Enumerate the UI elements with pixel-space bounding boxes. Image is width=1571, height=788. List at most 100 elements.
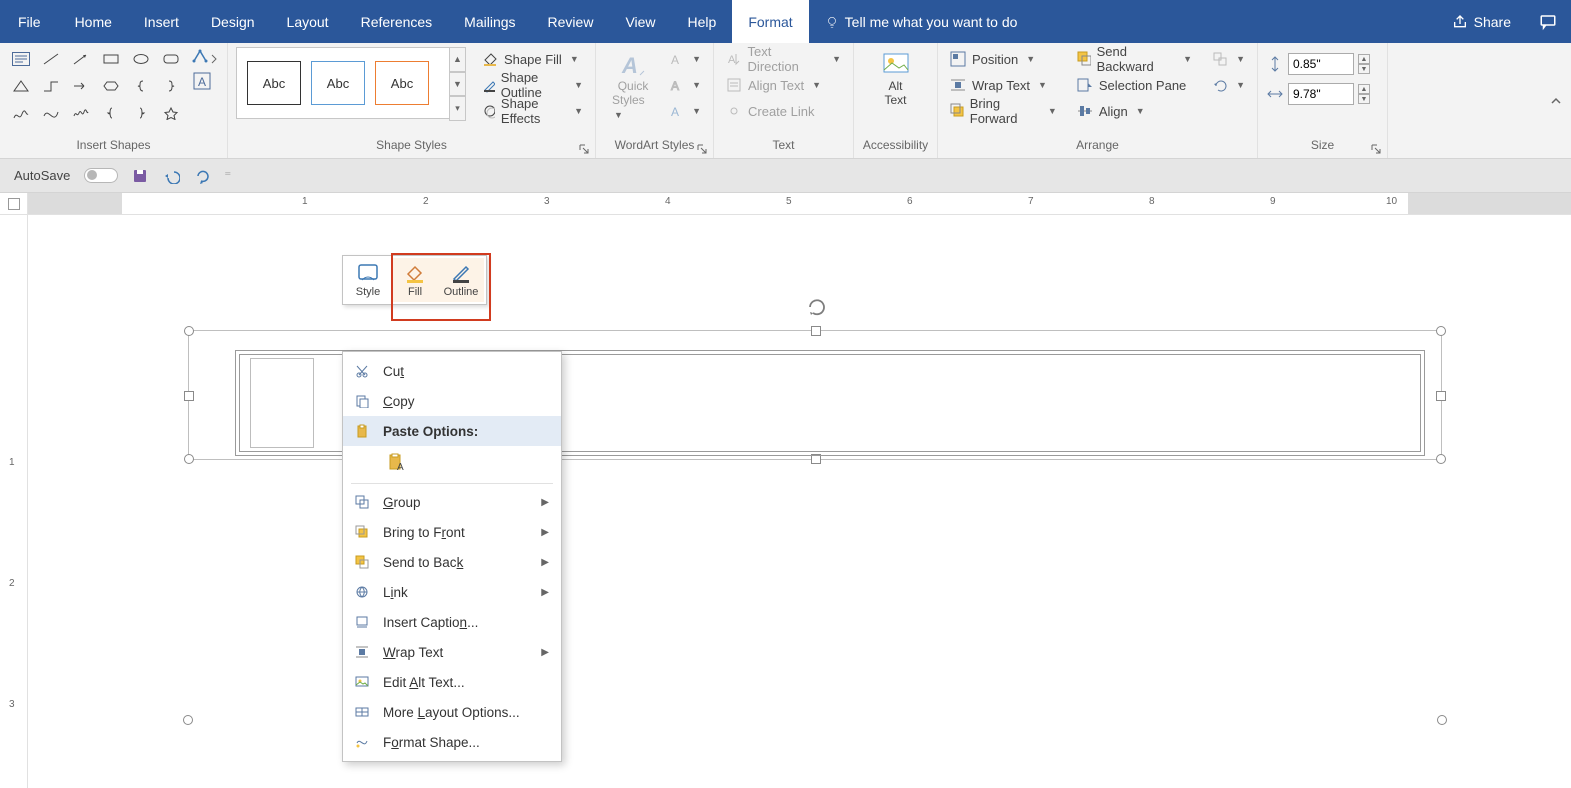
save-button[interactable] — [132, 168, 148, 184]
context-wrap-text[interactable]: Wrap Text ▶ — [343, 637, 561, 667]
shape-elbow-connector-icon[interactable] — [38, 74, 64, 97]
selection-pane-button[interactable]: Selection Pane — [1073, 73, 1196, 97]
text-fill-button[interactable]: A▼ — [666, 47, 705, 71]
group-objects-button[interactable]: ▼ — [1208, 47, 1249, 71]
comments-button[interactable] — [1525, 0, 1571, 43]
shape-effects-button[interactable]: Shape Effects▼ — [478, 99, 587, 123]
shape-curve-icon[interactable] — [38, 101, 64, 124]
shape-brace-left-icon[interactable] — [128, 74, 154, 97]
wrap-text-button[interactable]: Wrap Text▼ — [946, 73, 1061, 97]
share-button[interactable]: Share — [1438, 0, 1525, 43]
align-button[interactable]: Align▼ — [1073, 99, 1196, 123]
resize-handle-e[interactable] — [1436, 391, 1446, 401]
tab-format[interactable]: Format — [732, 0, 808, 43]
context-copy[interactable]: Copy — [343, 386, 561, 416]
gallery-scroll[interactable]: ▲ ▼ ▾ — [449, 47, 466, 121]
align-text-button[interactable]: Align Text▼ — [722, 73, 845, 97]
vertical-ruler[interactable]: 1 2 3 — [0, 215, 28, 788]
qat-customize-button[interactable]: ⁼ — [224, 168, 231, 184]
bring-forward-button[interactable]: Bring Forward▼ — [946, 99, 1061, 123]
resize-handle-se-outer[interactable] — [1437, 715, 1447, 725]
text-effects-button[interactable]: A▼ — [666, 99, 705, 123]
shape-hexagon-icon[interactable] — [98, 74, 124, 97]
context-cut[interactable]: Cut — [343, 356, 561, 386]
undo-button[interactable] — [162, 168, 180, 184]
create-link-button[interactable]: Create Link — [722, 99, 845, 123]
tab-help[interactable]: Help — [672, 0, 733, 43]
text-direction-button[interactable]: A Text Direction▼ — [722, 47, 845, 71]
context-link[interactable]: Link ▶ — [343, 577, 561, 607]
shape-width-input[interactable]: 9.78" — [1288, 83, 1354, 105]
context-paste-options[interactable]: Paste Options: — [343, 416, 561, 446]
shape-freeform-icon[interactable] — [8, 101, 34, 124]
context-group[interactable]: Group ▶ — [343, 487, 561, 517]
header-cell[interactable] — [250, 358, 314, 448]
send-backward-button[interactable]: Send Backward▼ — [1073, 47, 1196, 71]
tab-review[interactable]: Review — [532, 0, 610, 43]
tell-me-search[interactable]: Tell me what you want to do — [809, 0, 1034, 43]
horizontal-ruler[interactable]: 1 2 3 4 5 6 7 8 9 10 — [28, 193, 1571, 214]
shape-style-preset-2[interactable]: Abc — [311, 61, 365, 105]
autosave-toggle[interactable] — [84, 168, 118, 183]
resize-handle-sw[interactable] — [184, 454, 194, 464]
gallery-expand[interactable]: ▾ — [449, 96, 466, 121]
shape-style-gallery[interactable]: Abc Abc Abc ▲ ▼ ▾ — [236, 47, 450, 119]
draw-text-box-button[interactable]: A — [192, 71, 220, 91]
tab-insert[interactable]: Insert — [128, 0, 195, 43]
dialog-launcher-icon[interactable] — [697, 144, 707, 154]
mini-fill-button[interactable]: Fill — [392, 258, 438, 302]
shape-oval-icon[interactable] — [128, 47, 154, 70]
rotation-handle[interactable] — [806, 295, 828, 317]
gallery-scroll-up[interactable]: ▲ — [449, 47, 466, 72]
rotate-button[interactable]: ▼ — [1208, 73, 1249, 97]
paste-keep-text-button[interactable]: A — [383, 450, 411, 476]
context-format-shape[interactable]: Format Shape... — [343, 727, 561, 757]
resize-handle-nw[interactable] — [184, 326, 194, 336]
tab-design[interactable]: Design — [195, 0, 271, 43]
position-button[interactable]: Position▼ — [946, 47, 1061, 71]
shape-brace-pair-left-icon[interactable] — [98, 101, 124, 124]
shape-style-preset-3[interactable]: Abc — [375, 61, 429, 105]
resize-handle-n[interactable] — [811, 326, 821, 336]
shape-height-input[interactable]: 0.85" — [1288, 53, 1354, 75]
shape-brace-pair-right-icon[interactable] — [128, 101, 154, 124]
tab-home[interactable]: Home — [59, 0, 128, 43]
gallery-scroll-down[interactable]: ▼ — [449, 72, 466, 97]
edit-shape-button[interactable] — [192, 47, 220, 67]
resize-handle-se[interactable] — [1436, 454, 1446, 464]
context-insert-caption[interactable]: Insert Caption... — [343, 607, 561, 637]
shape-fill-button[interactable]: Shape Fill▼ — [478, 47, 587, 71]
shape-line-icon[interactable] — [38, 47, 64, 70]
tab-selector[interactable] — [0, 193, 28, 214]
text-outline-button[interactable]: A▼ — [666, 73, 705, 97]
shape-textbox-icon[interactable] — [8, 47, 34, 70]
context-more-layout-options[interactable]: More Layout Options... — [343, 697, 561, 727]
shape-triangle-icon[interactable] — [8, 74, 34, 97]
resize-handle-ne[interactable] — [1436, 326, 1446, 336]
shape-outline-button[interactable]: Shape Outline▼ — [478, 73, 587, 97]
shape-rectangle-icon[interactable] — [98, 47, 124, 70]
tab-references[interactable]: References — [345, 0, 449, 43]
redo-button[interactable] — [194, 168, 210, 184]
shape-rounded-rect-icon[interactable] — [158, 47, 184, 70]
dialog-launcher-icon[interactable] — [1371, 144, 1381, 154]
quick-styles-button[interactable]: A Quick Styles ▼ — [604, 47, 662, 125]
width-spinner[interactable]: ▲▼ — [1358, 84, 1370, 104]
shape-star-icon[interactable] — [158, 101, 184, 124]
mini-style-button[interactable]: Style — [345, 258, 391, 302]
mini-outline-button[interactable]: Outline — [438, 258, 484, 302]
document-canvas[interactable]: Style Fill Outline Cut Copy — [28, 215, 1571, 788]
shape-style-preset-1[interactable]: Abc — [247, 61, 301, 105]
dialog-launcher-icon[interactable] — [579, 144, 589, 154]
resize-handle-sw-outer[interactable] — [183, 715, 193, 725]
shape-arrow-right-icon[interactable] — [68, 74, 94, 97]
shape-brace-right-icon[interactable] — [158, 74, 184, 97]
collapse-ribbon-button[interactable] — [1549, 94, 1563, 108]
tab-mailings[interactable]: Mailings — [448, 0, 531, 43]
shape-line-arrow-icon[interactable] — [68, 47, 94, 70]
resize-handle-w[interactable] — [184, 391, 194, 401]
shape-gallery[interactable] — [8, 47, 184, 124]
height-spinner[interactable]: ▲▼ — [1358, 54, 1370, 74]
alt-text-button[interactable]: Alt Text — [873, 47, 919, 111]
tab-view[interactable]: View — [609, 0, 671, 43]
